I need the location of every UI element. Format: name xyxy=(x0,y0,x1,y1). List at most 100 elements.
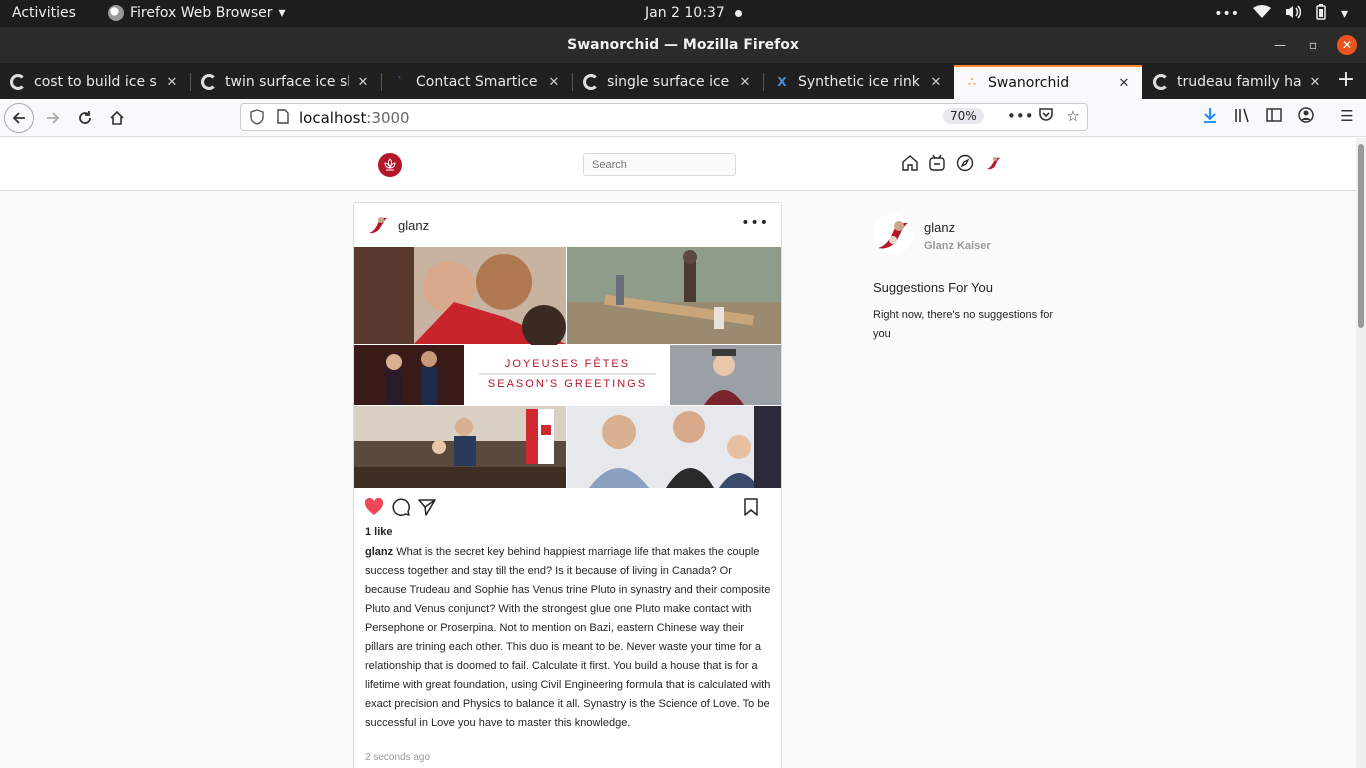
tab-contact-smartice[interactable]: ˋ Contact Smartice | A ✕ xyxy=(382,67,572,97)
close-window-button[interactable]: ✕ xyxy=(1337,35,1357,55)
volume-icon[interactable] xyxy=(1285,5,1302,23)
google-icon xyxy=(1153,74,1169,90)
search-input[interactable] xyxy=(583,153,736,176)
close-tab-icon[interactable]: ✕ xyxy=(164,75,180,90)
wifi-icon[interactable] xyxy=(1252,5,1271,23)
shield-icon[interactable] xyxy=(249,109,265,125)
close-tab-icon[interactable]: ✕ xyxy=(546,75,562,90)
google-icon xyxy=(10,74,26,90)
arrow-right-icon xyxy=(47,112,60,124)
firefox-icon xyxy=(108,5,124,21)
like-count[interactable]: 1 like xyxy=(365,526,393,538)
library-icon[interactable] xyxy=(1233,107,1253,127)
hamburger-menu-icon[interactable]: ☰ xyxy=(1337,107,1357,127)
page-scrollbar[interactable] xyxy=(1356,138,1366,768)
image-text-line1: JOYEUSES FÊTES xyxy=(504,358,631,370)
page-content: glanz ••• xyxy=(0,138,1356,768)
reload-button[interactable] xyxy=(70,103,100,133)
page-icon[interactable] xyxy=(275,109,291,125)
close-tab-icon[interactable]: ✕ xyxy=(355,75,371,90)
activities-button[interactable]: Activities xyxy=(12,5,76,21)
explore-compass-icon[interactable] xyxy=(956,154,976,174)
post-image[interactable]: JOYEUSES FÊTES SEASON'S GREETINGS xyxy=(354,247,781,488)
site-header xyxy=(0,138,1356,191)
post-actions xyxy=(354,495,781,523)
profile-avatar[interactable] xyxy=(984,154,1004,174)
url-bar[interactable]: localhost:3000 70% ••• ☆ xyxy=(240,103,1088,131)
account-icon[interactable] xyxy=(1296,107,1316,127)
close-tab-icon[interactable]: ✕ xyxy=(1307,75,1323,90)
download-icon[interactable] xyxy=(1200,107,1220,127)
bookmark-star-icon[interactable]: ☆ xyxy=(1063,107,1083,127)
home-icon xyxy=(110,110,124,125)
like-heart-icon[interactable] xyxy=(364,497,384,517)
forward-button[interactable] xyxy=(38,103,68,133)
scrollbar-thumb[interactable] xyxy=(1358,144,1364,328)
smartice-icon: ˋ xyxy=(397,75,403,89)
app-menu-label: Firefox Web Browser xyxy=(130,5,273,21)
page-actions-icon[interactable]: ••• xyxy=(1007,107,1034,127)
tab-label: single surface ice sk xyxy=(607,74,731,90)
home-button[interactable] xyxy=(102,103,132,133)
caption-text: What is the secret key behind happiest m… xyxy=(365,546,771,729)
zoom-level-button[interactable]: 70% xyxy=(943,108,984,124)
post-author-avatar[interactable] xyxy=(366,213,390,237)
caption-username[interactable]: glanz xyxy=(365,546,393,558)
post-timestamp: 2 seconds ago xyxy=(365,752,431,763)
bookmark-icon[interactable] xyxy=(741,497,761,517)
clock[interactable]: Jan 2 10:37 xyxy=(645,5,725,21)
tab-synthetic-ice[interactable]: X Synthetic ice rink | X ✕ xyxy=(764,67,954,97)
notification-dot-icon xyxy=(735,10,742,17)
google-icon xyxy=(583,74,599,90)
tab-label: twin surface ice ska xyxy=(225,74,349,90)
tab-cost-to-build[interactable]: cost to build ice ska ✕ xyxy=(0,67,190,97)
post-header: glanz ••• xyxy=(354,203,781,247)
arrow-left-icon xyxy=(12,112,25,124)
google-icon xyxy=(201,74,217,90)
share-icon[interactable] xyxy=(417,497,437,517)
system-tray[interactable]: ••• ▾ xyxy=(1214,4,1348,24)
x-icon: X xyxy=(777,75,787,89)
window-title-bar: Swanorchid — Mozilla Firefox — ▫ ✕ xyxy=(0,27,1366,63)
suggestions-title: Suggestions For You xyxy=(873,280,993,295)
sidebar-username[interactable]: glanz xyxy=(924,220,955,235)
sidebar-fullname: Glanz Kaiser xyxy=(924,240,991,252)
app-menu[interactable]: Firefox Web Browser ▾ xyxy=(108,5,286,21)
new-tab-button[interactable]: + xyxy=(1334,69,1358,93)
chevron-down-icon[interactable]: ▾ xyxy=(1341,6,1348,22)
back-button[interactable] xyxy=(4,103,34,133)
maximize-button[interactable]: ▫ xyxy=(1303,35,1323,55)
close-tab-icon[interactable]: ✕ xyxy=(737,75,753,90)
tab-twin-surface[interactable]: twin surface ice ska ✕ xyxy=(191,67,381,97)
home-icon[interactable] xyxy=(901,154,921,174)
url-text[interactable]: localhost:3000 xyxy=(299,109,410,127)
image-text-line2: SEASON'S GREETINGS xyxy=(487,378,648,390)
swanorchid-icon: ஃ xyxy=(968,77,976,88)
post-author-username[interactable]: glanz xyxy=(398,218,429,233)
tab-trudeau-family[interactable]: trudeau family happ ✕ xyxy=(1143,67,1333,97)
tab-label: Contact Smartice | A xyxy=(416,74,540,90)
more-icon[interactable]: ••• xyxy=(1214,6,1239,22)
tab-label: cost to build ice ska xyxy=(34,74,158,90)
comment-icon[interactable] xyxy=(391,497,411,517)
tab-strip: cost to build ice ska ✕ twin surface ice… xyxy=(0,63,1366,99)
more-options-icon[interactable]: ••• xyxy=(741,215,769,231)
navigation-bar: localhost:3000 70% ••• ☆ ☰ xyxy=(0,99,1366,137)
sidebar-avatar[interactable] xyxy=(873,214,913,254)
tab-label: trudeau family happ xyxy=(1177,74,1301,90)
post-card: glanz ••• JOYEUSES FÊTES SEASON'S GREETI… xyxy=(353,202,782,768)
tab-swanorchid[interactable]: ஃ Swanorchid ✕ xyxy=(954,65,1142,99)
sidebar-icon[interactable] xyxy=(1264,107,1284,127)
close-tab-icon[interactable]: ✕ xyxy=(928,75,944,90)
os-top-bar: Activities Firefox Web Browser ▾ Jan 2 1… xyxy=(0,0,1366,27)
close-tab-icon[interactable]: ✕ xyxy=(1116,76,1132,91)
tab-single-surface[interactable]: single surface ice sk ✕ xyxy=(573,67,763,97)
inbox-icon[interactable] xyxy=(928,154,948,174)
chevron-down-icon: ▾ xyxy=(278,5,286,21)
pocket-icon[interactable] xyxy=(1036,107,1056,127)
swanorchid-logo-icon[interactable] xyxy=(378,153,402,177)
minimize-button[interactable]: — xyxy=(1270,35,1290,55)
post-caption: glanz What is the secret key behind happ… xyxy=(365,543,775,733)
tab-label: Swanorchid xyxy=(988,75,1070,91)
battery-icon[interactable] xyxy=(1315,4,1327,24)
